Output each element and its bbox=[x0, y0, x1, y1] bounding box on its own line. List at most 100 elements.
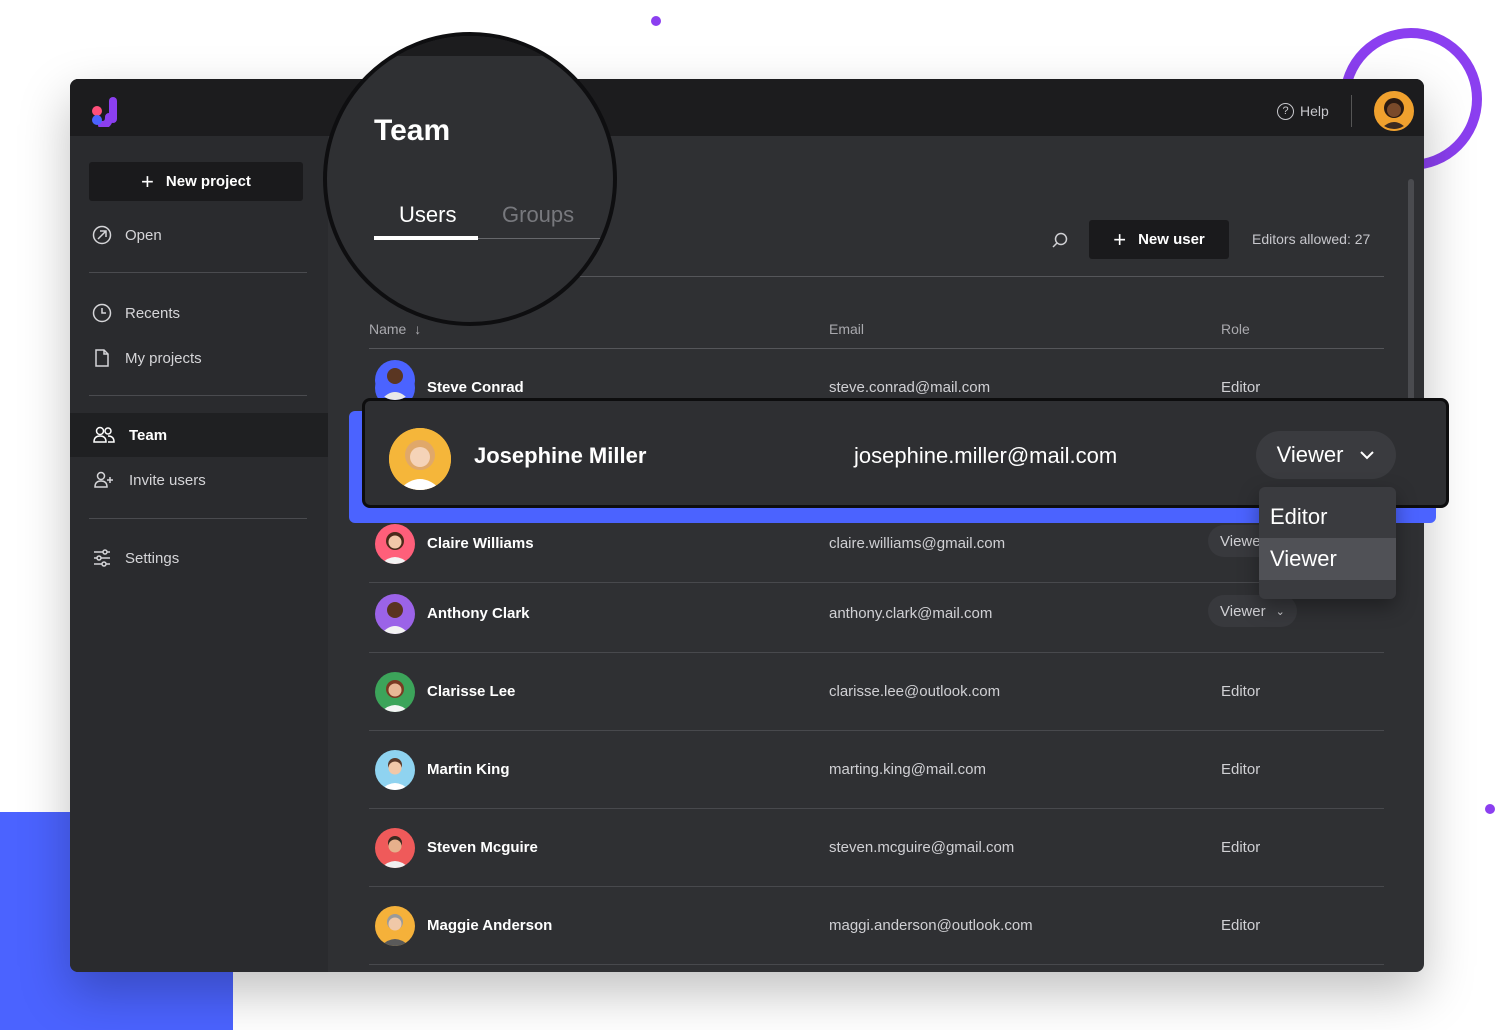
topbar-divider bbox=[1351, 95, 1352, 127]
table-row[interactable]: Anthony Clark anthony.clark@mail.com Vie… bbox=[369, 575, 1384, 653]
magnified-topbar bbox=[327, 36, 613, 56]
user-name: Maggie Anderson bbox=[427, 917, 553, 934]
sidebar-item-settings[interactable]: Settings bbox=[70, 536, 328, 580]
user-name: Martin King bbox=[427, 761, 510, 778]
user-role: Editor bbox=[1221, 839, 1261, 856]
user-name: Anthony Clark bbox=[427, 605, 530, 622]
user-plus-icon bbox=[94, 471, 113, 488]
sidebar-item-label: Team bbox=[129, 426, 168, 444]
avatar bbox=[375, 750, 415, 790]
app-window: ? Help + New project Open Recents My pro… bbox=[70, 79, 1424, 972]
plus-icon: + bbox=[141, 168, 154, 194]
clock-icon bbox=[92, 303, 112, 323]
new-project-button[interactable]: + New project bbox=[89, 162, 303, 201]
sidebar-item-my-projects[interactable]: My projects bbox=[70, 336, 328, 380]
sidebar-item-label: My projects bbox=[125, 349, 202, 367]
editors-allowed-count: Editors allowed: 27 bbox=[1252, 231, 1371, 247]
role-select-value: Viewer bbox=[1220, 602, 1266, 620]
chevron-down-icon: ⌄ bbox=[1275, 605, 1285, 618]
sidebar-item-label: Settings bbox=[125, 549, 180, 567]
dropdown-option-editor[interactable]: Editor bbox=[1259, 496, 1396, 538]
help-button[interactable]: ? Help bbox=[1277, 99, 1329, 123]
user-email: claire.williams@gmail.com bbox=[829, 535, 1006, 552]
avatar-portrait-icon bbox=[1376, 93, 1412, 129]
magnifier-lens: Team Users Groups bbox=[323, 32, 617, 326]
sidebar: + New project Open Recents My projects T… bbox=[70, 136, 328, 972]
help-icon: ? bbox=[1277, 102, 1294, 120]
avatar bbox=[375, 360, 415, 400]
sort-down-arrow-icon: ↓ bbox=[414, 321, 422, 337]
avatar bbox=[389, 428, 451, 490]
help-label: Help bbox=[1300, 103, 1329, 119]
decorative-dot bbox=[1485, 804, 1495, 814]
avatar bbox=[375, 828, 415, 868]
user-name: Clarisse Lee bbox=[427, 683, 516, 700]
column-header-email: Email bbox=[829, 321, 865, 337]
sidebar-item-recents[interactable]: Recents bbox=[70, 291, 328, 335]
table-row[interactable]: Clarisse Lee clarisse.lee@outlook.com Ed… bbox=[369, 653, 1384, 731]
sidebar-divider bbox=[89, 272, 307, 273]
sidebar-item-open[interactable]: Open bbox=[70, 213, 328, 257]
column-header-role: Role bbox=[1221, 321, 1250, 337]
avatar-portrait-icon bbox=[375, 750, 415, 790]
new-user-label: New user bbox=[1138, 231, 1205, 248]
user-role: Editor bbox=[1221, 917, 1261, 934]
user-email: anthony.clark@mail.com bbox=[829, 605, 993, 622]
sidebar-item-label: Invite users bbox=[129, 471, 206, 489]
role-select[interactable]: Viewer ⌄ bbox=[1208, 595, 1297, 627]
table-row[interactable]: Martin King marting.king@mail.com Editor bbox=[369, 731, 1384, 809]
sidebar-item-label: Open bbox=[125, 226, 162, 244]
page-title: Team bbox=[374, 114, 451, 147]
avatar-portrait-icon bbox=[389, 428, 451, 490]
scrollbar[interactable] bbox=[1408, 179, 1414, 409]
active-tab-indicator bbox=[374, 236, 478, 240]
app-logo-icon bbox=[92, 97, 117, 127]
user-email: maggi.anderson@outlook.com bbox=[829, 917, 1033, 934]
table-row[interactable] bbox=[369, 349, 1384, 400]
user-email: clarisse.lee@outlook.com bbox=[829, 683, 1001, 700]
user-email: steven.mcguire@gmail.com bbox=[829, 839, 1015, 856]
tab-users[interactable]: Users bbox=[399, 202, 456, 228]
column-header-label: Name bbox=[369, 321, 407, 337]
open-arrow-icon bbox=[92, 225, 112, 245]
avatar-portrait-icon bbox=[375, 828, 415, 868]
sidebar-item-team[interactable]: Team bbox=[70, 413, 328, 457]
role-select[interactable]: Viewer bbox=[1256, 431, 1396, 479]
new-user-button[interactable]: + New user bbox=[1089, 220, 1229, 259]
avatar-portrait-icon bbox=[375, 360, 415, 400]
new-project-label: New project bbox=[165, 173, 251, 190]
avatar bbox=[375, 594, 415, 634]
file-icon bbox=[95, 349, 109, 367]
sidebar-divider bbox=[89, 518, 307, 519]
user-avatar[interactable] bbox=[1374, 91, 1414, 131]
avatar-portrait-icon bbox=[375, 672, 415, 712]
user-email: marting.king@mail.com bbox=[829, 761, 986, 778]
sidebar-item-label: Recents bbox=[125, 304, 181, 322]
user-name: Steven Mcguire bbox=[427, 839, 538, 856]
user-role: Editor bbox=[1221, 683, 1261, 700]
dropdown-option-viewer[interactable]: Viewer bbox=[1259, 538, 1396, 580]
avatar-portrait-icon bbox=[375, 594, 415, 634]
decorative-dot bbox=[651, 16, 661, 26]
avatar-portrait-icon bbox=[375, 524, 415, 564]
user-name: Claire Williams bbox=[427, 535, 534, 552]
column-header-name[interactable]: Name ↓ bbox=[369, 321, 421, 337]
search-icon[interactable] bbox=[1050, 231, 1070, 251]
tab-groups[interactable]: Groups bbox=[502, 202, 574, 228]
table-row[interactable]: Steven Mcguire steven.mcguire@gmail.com … bbox=[369, 809, 1384, 887]
table-row[interactable]: Maggie Anderson maggi.anderson@outlook.c… bbox=[369, 887, 1384, 965]
role-dropdown-menu: Editor Viewer bbox=[1259, 487, 1396, 599]
sidebar-divider bbox=[89, 395, 307, 396]
avatar bbox=[375, 524, 415, 564]
user-name: Josephine Miller bbox=[474, 443, 647, 468]
sidebar-item-invite-users[interactable]: Invite users bbox=[70, 458, 328, 502]
sliders-icon bbox=[94, 549, 110, 567]
role-select-value: Viewer bbox=[1276, 442, 1344, 467]
avatar-portrait-icon bbox=[375, 906, 415, 946]
user-email: josephine.miller@mail.com bbox=[854, 443, 1118, 468]
stage: ? Help + New project Open Recents My pro… bbox=[0, 0, 1500, 1030]
avatar bbox=[375, 906, 415, 946]
chevron-down-icon bbox=[1360, 451, 1375, 460]
avatar bbox=[375, 672, 415, 712]
plus-icon: + bbox=[1113, 226, 1127, 252]
